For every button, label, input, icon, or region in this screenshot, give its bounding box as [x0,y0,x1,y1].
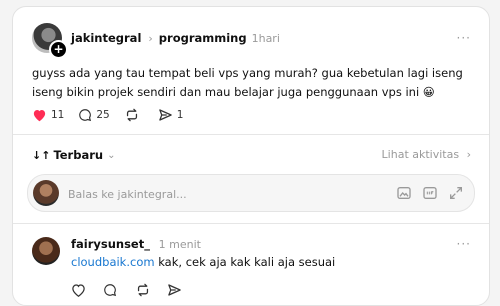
comment-header: fairysunset_ 1 menit [71,237,201,251]
view-activity-label: Lihat aktivitas [381,148,460,161]
like-button[interactable]: 11 [32,108,64,122]
comment-count: 25 [96,109,110,121]
repost-icon [137,283,149,297]
more-options-icon[interactable]: ··· [457,31,471,45]
like-count: 11 [51,109,65,121]
thread-card: + jakintegral › programming 1hari ··· guyss… [12,6,490,306]
gif-icon[interactable] [422,185,438,201]
expand-icon[interactable] [448,185,464,201]
avatar[interactable] [32,237,60,265]
comment-icon [79,109,92,122]
share-button[interactable] [167,282,183,298]
post-community[interactable]: programming [159,31,247,45]
avatar [33,180,59,206]
post-actions: 11 25 1 [32,107,197,123]
share-count: 1 [176,109,184,121]
chevron-down-icon: ⌄ [107,149,116,161]
divider [13,223,489,224]
comment-button[interactable]: 25 [78,108,110,122]
sort-icon: ↓↑ [32,148,51,162]
follow-plus-icon[interactable]: + [49,40,68,59]
post-header: jakintegral › programming 1hari [71,31,280,45]
like-button[interactable] [71,282,87,298]
repost-icon [126,108,137,122]
comment-body: kak, cek aja kak kali aja sesuai [154,255,336,269]
sort-label: Terbaru [53,148,104,162]
view-activity-link[interactable]: Lihat aktivitas › [382,148,471,161]
chevron-right-icon: › [148,32,153,45]
more-options-icon[interactable]: ··· [457,237,471,251]
comment-username[interactable]: fairysunset_ [71,237,150,251]
image-icon[interactable] [396,185,412,201]
send-icon [159,109,172,121]
divider [13,134,489,135]
post-text: guyss ada yang tau tempat beli vps yang … [32,66,463,99]
share-button[interactable]: 1 [158,108,184,122]
chevron-right-icon: › [466,148,471,161]
comment-icon [104,284,117,297]
reply-composer[interactable] [27,174,475,212]
comment-button[interactable] [103,282,119,298]
post-time: 1hari [251,32,280,45]
comment-text: cloudbaik.com kak, cek aja kak kali aja … [71,255,335,269]
comment-time: 1 menit [158,238,201,251]
repost-button[interactable] [124,108,144,122]
post-username[interactable]: jakintegral [71,31,141,45]
reply-input[interactable] [66,184,350,204]
reply-tools [386,185,464,201]
repost-button[interactable] [135,282,151,298]
post: + jakintegral › programming 1hari ··· guyss… [13,7,489,131]
comment-actions [71,282,199,298]
heart-icon [33,110,46,122]
send-icon [168,284,181,296]
comment-link[interactable]: cloudbaik.com [71,255,155,269]
comment: fairysunset_ 1 menit ··· cloudbaik.com k… [13,231,489,305]
sort-dropdown[interactable]: ↓↑ Terbaru ⌄ [32,148,115,162]
heart-icon [72,284,85,298]
